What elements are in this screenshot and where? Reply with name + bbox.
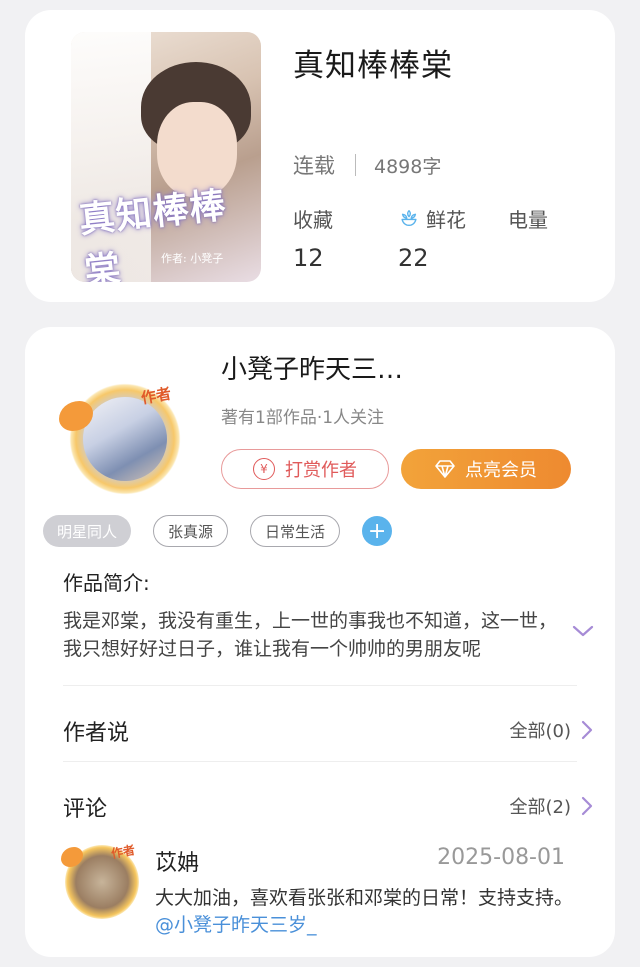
tag-item-0[interactable]: 明星同人: [43, 515, 132, 547]
author-says-title: 作者说: [63, 721, 130, 746]
comment-text: 大大加油，喜欢看张张和邓棠的日常！支持支持。: [155, 887, 574, 909]
diamond-icon: [435, 460, 455, 478]
comments-all-link[interactable]: 全部(2): [510, 793, 594, 819]
chevron-down-icon[interactable]: [571, 623, 595, 639]
chevron-right-icon: [581, 720, 593, 740]
book-title: 真知棒棒棠: [293, 48, 453, 84]
stat-favorites-value: 12: [293, 244, 324, 272]
add-tag-button[interactable]: +: [362, 516, 393, 546]
vip-button[interactable]: 点亮会员: [401, 449, 571, 489]
comment-date: 2025-08-01: [437, 845, 565, 870]
tag-item-1[interactable]: 张真源: [153, 515, 229, 547]
yen-icon: ¥: [253, 458, 275, 480]
intro-label: 作品简介:: [63, 571, 150, 595]
author-name[interactable]: 小凳子昨天三…: [221, 349, 403, 386]
tag-item-2[interactable]: 日常生活: [250, 515, 341, 547]
stat-power[interactable]: 电量: [508, 206, 548, 272]
book-cover-image[interactable]: 真知棒棒棠 作者: 小凳子: [71, 32, 261, 282]
author-avatar[interactable]: 作者: [55, 377, 185, 497]
author-says-all-label: 全部(0): [509, 721, 572, 742]
stat-power-label: 电量: [508, 207, 548, 232]
cover-author-text: 作者: 小凳子: [161, 252, 224, 265]
stat-favorites[interactable]: 收藏 12: [293, 206, 333, 273]
serial-status: 连载: [293, 154, 335, 178]
divider: [63, 761, 577, 762]
flower-icon: [401, 209, 417, 227]
word-count: 4898字: [374, 155, 442, 178]
commenter-name[interactable]: 苡姌: [155, 845, 199, 877]
vip-button-label: 点亮会员: [465, 460, 537, 481]
stat-power-value: [508, 244, 548, 272]
stat-flowers-label-row: 鲜花: [398, 206, 466, 232]
chevron-right-icon: [581, 796, 593, 816]
stat-flowers-label: 鲜花: [426, 207, 466, 232]
reward-author-label: 打赏作者: [285, 460, 357, 481]
stat-flowers-value: 22: [398, 244, 429, 272]
avatar-photo: [83, 397, 167, 481]
author-info-card: 作者 小凳子昨天三… 著有1部作品·1人关注 ¥ 打赏作者 点亮会员 明星同人 …: [25, 327, 615, 957]
book-status-row: 连载 4898字: [293, 150, 441, 180]
comments-all-label: 全部(2): [509, 797, 572, 818]
stat-flowers[interactable]: 鲜花 22: [398, 206, 466, 273]
comment-mention-link[interactable]: @小凳子昨天三岁_: [155, 914, 317, 936]
status-divider: [355, 154, 356, 176]
commenter-avatar[interactable]: 作者: [61, 837, 145, 921]
author-says-all-link[interactable]: 全部(0): [510, 717, 594, 743]
author-meta: 著有1部作品·1人关注: [221, 408, 385, 428]
book-info-card: 真知棒棒棠 作者: 小凳子 真知棒棒棠 连载 4898字 收藏 12 鲜花 22…: [25, 10, 615, 302]
stat-favorites-label: 收藏: [293, 207, 333, 232]
comments-title: 评论: [63, 797, 108, 822]
commenter-badge: 作者: [110, 843, 137, 861]
tag-list: 明星同人 张真源 日常生活 +: [43, 515, 393, 547]
reward-author-button[interactable]: ¥ 打赏作者: [221, 449, 389, 489]
comment-body[interactable]: 大大加油，喜欢看张张和邓棠的日常！支持支持。 @小凳子昨天三岁_: [155, 885, 575, 939]
divider: [63, 685, 577, 686]
intro-text[interactable]: 我是邓棠，我没有重生，上一世的事我也不知道，这一世，我只想好好过日子，谁让我有一…: [63, 607, 563, 663]
